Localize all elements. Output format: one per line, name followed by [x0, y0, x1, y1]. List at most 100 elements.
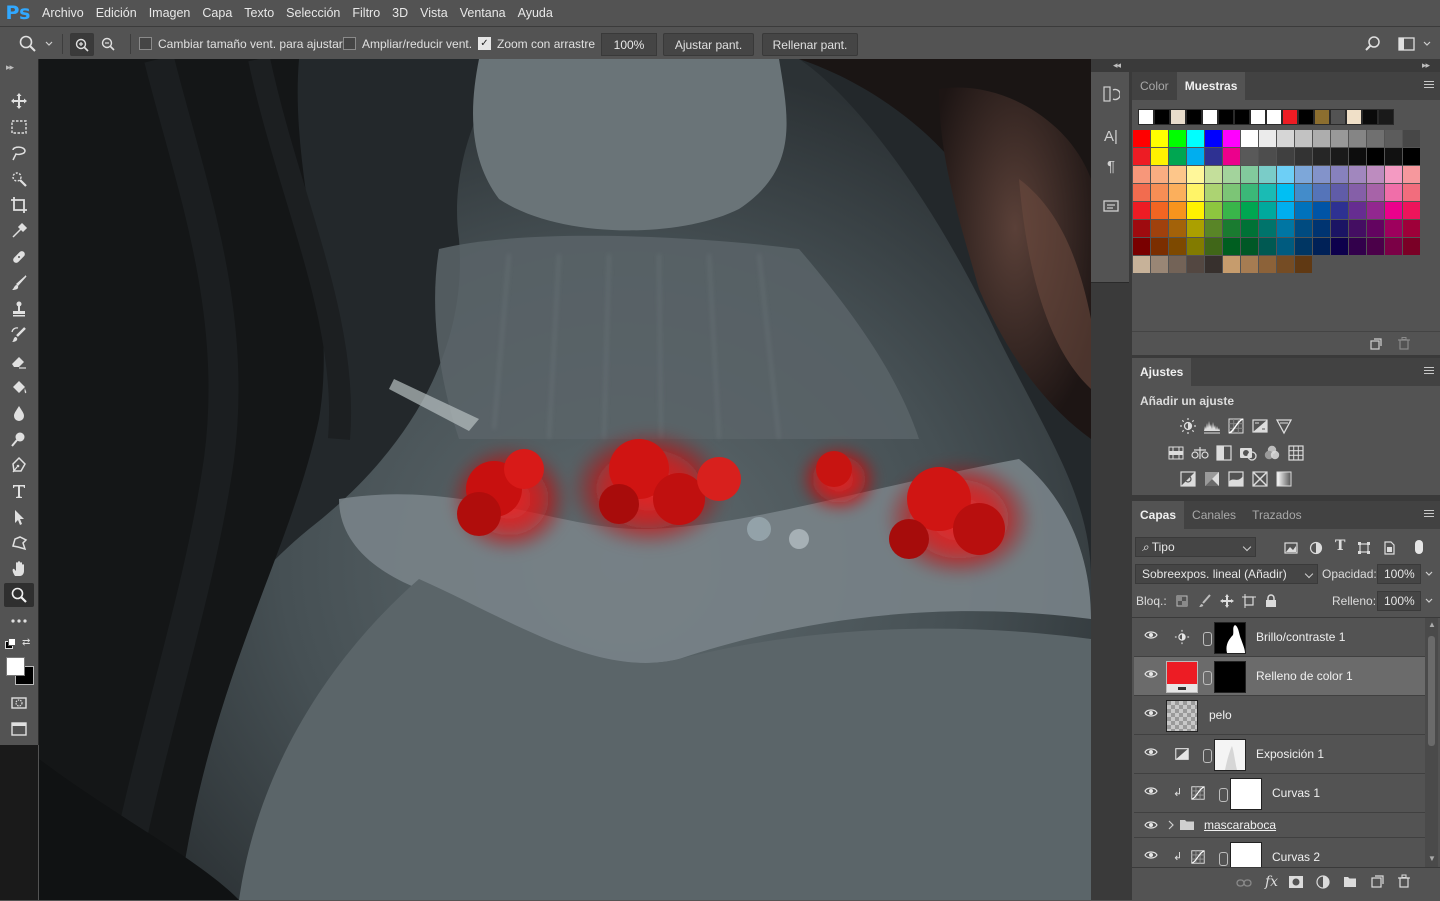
quick-selection-tool[interactable]: [4, 167, 34, 191]
collapse-toolbar-icon[interactable]: ▸▸: [6, 62, 14, 73]
color-swatch[interactable]: [1295, 220, 1312, 237]
recent-swatch[interactable]: [1155, 110, 1169, 124]
color-swatch[interactable]: [1205, 202, 1222, 219]
gradient-map-icon[interactable]: [1274, 469, 1294, 489]
color-swatch[interactable]: [1169, 256, 1186, 273]
color-swatch[interactable]: [1385, 130, 1402, 147]
layer-group-row[interactable]: mascaraboca: [1134, 813, 1425, 838]
blend-mode-select[interactable]: Sobreexpos. lineal (Añadir): [1135, 564, 1318, 584]
new-layer-icon[interactable]: [1371, 875, 1384, 888]
color-swatch[interactable]: [1151, 148, 1168, 165]
layer-mask-thumbnail[interactable]: [1214, 661, 1246, 693]
visibility-eye-icon[interactable]: [1144, 850, 1158, 860]
color-swatch[interactable]: [1331, 202, 1348, 219]
custom-shape-tool[interactable]: [4, 531, 34, 555]
properties-panel-icon[interactable]: [1101, 196, 1121, 216]
lock-pixels-icon[interactable]: [1198, 594, 1212, 608]
color-swatch[interactable]: [1295, 202, 1312, 219]
color-swatch[interactable]: [1133, 130, 1150, 147]
color-swatch[interactable]: [1385, 166, 1402, 183]
move-tool[interactable]: [4, 89, 34, 113]
blur-tool[interactable]: [4, 401, 34, 425]
color-swatch[interactable]: [1295, 166, 1312, 183]
filter-pixel-icon[interactable]: [1284, 541, 1298, 555]
layer-mask-thumbnail[interactable]: [1230, 778, 1262, 810]
recent-swatch[interactable]: [1299, 110, 1313, 124]
tool-preset-picker[interactable]: [18, 27, 54, 60]
lock-all-icon[interactable]: [1265, 594, 1277, 608]
color-swatch[interactable]: [1241, 220, 1258, 237]
color-swatch[interactable]: [1223, 148, 1240, 165]
recent-swatch[interactable]: [1347, 110, 1361, 124]
recent-swatch[interactable]: [1139, 110, 1153, 124]
add-mask-icon[interactable]: [1289, 876, 1303, 888]
color-swatch[interactable]: [1133, 148, 1150, 165]
eraser-tool[interactable]: [4, 349, 34, 373]
color-lookup-icon[interactable]: [1286, 443, 1306, 463]
color-swatch[interactable]: [1403, 130, 1420, 147]
color-swatch[interactable]: [1403, 184, 1420, 201]
screen-mode-button[interactable]: [4, 717, 34, 741]
color-swatch[interactable]: [1187, 130, 1204, 147]
character-panel-icon[interactable]: A|: [1101, 126, 1121, 146]
fill-field[interactable]: 100%: [1377, 591, 1421, 611]
filter-type-icon[interactable]: T: [1335, 538, 1345, 554]
color-swatch[interactable]: [1277, 238, 1294, 255]
visibility-eye-icon[interactable]: [1144, 786, 1158, 796]
swap-colors-icon[interactable]: ⇄: [22, 637, 30, 648]
color-swatch[interactable]: [1223, 256, 1240, 273]
color-swatch[interactable]: [1259, 238, 1276, 255]
color-swatch[interactable]: [1349, 238, 1366, 255]
fill-screen-button[interactable]: Rellenar pant.: [762, 33, 858, 56]
recent-swatch[interactable]: [1187, 110, 1201, 124]
color-swatch[interactable]: [1187, 166, 1204, 183]
filter-shape-icon[interactable]: [1357, 541, 1371, 555]
color-swatch[interactable]: [1133, 166, 1150, 183]
color-swatch[interactable]: [1277, 256, 1294, 273]
recent-swatch[interactable]: [1379, 110, 1393, 124]
color-swatch[interactable]: [1367, 238, 1384, 255]
tab-color[interactable]: Color: [1132, 72, 1177, 100]
color-swatch[interactable]: [1259, 202, 1276, 219]
trash-icon[interactable]: [1398, 337, 1410, 350]
crop-tool[interactable]: [4, 193, 34, 217]
tab-canales[interactable]: Canales: [1184, 501, 1244, 529]
color-swatch[interactable]: [1241, 256, 1258, 273]
more-tools-button[interactable]: [4, 609, 34, 633]
color-swatch[interactable]: [1331, 238, 1348, 255]
channel-mixer-icon[interactable]: [1262, 443, 1282, 463]
color-swatch[interactable]: [1169, 166, 1186, 183]
photo-filter-icon[interactable]: [1238, 443, 1258, 463]
color-swatch[interactable]: [1331, 130, 1348, 147]
visibility-eye-icon[interactable]: [1144, 669, 1158, 679]
chevron-right-icon[interactable]: [1167, 820, 1175, 830]
color-swatch[interactable]: [1367, 130, 1384, 147]
layer-row-selected[interactable]: Relleno de color 1: [1134, 657, 1425, 696]
curves-icon[interactable]: [1226, 416, 1246, 436]
pen-tool[interactable]: [4, 453, 34, 477]
workspace-switcher[interactable]: [1398, 27, 1432, 60]
color-swatch[interactable]: [1241, 238, 1258, 255]
zoom-percentage-field[interactable]: 100%: [601, 33, 657, 56]
layer-thumbnail[interactable]: [1166, 700, 1198, 732]
color-swatch[interactable]: [1169, 220, 1186, 237]
vibrance-icon[interactable]: [1274, 416, 1294, 436]
color-swatch[interactable]: [1277, 148, 1294, 165]
lasso-tool[interactable]: [4, 141, 34, 165]
color-swatch[interactable]: [1241, 202, 1258, 219]
layer-row[interactable]: pelo: [1134, 696, 1425, 735]
color-swatch[interactable]: [1385, 238, 1402, 255]
color-swatch[interactable]: [1277, 220, 1294, 237]
menu-texto[interactable]: Texto: [238, 0, 280, 26]
layers-scrollbar[interactable]: ▲ ▼: [1425, 618, 1438, 868]
color-swatch[interactable]: [1259, 220, 1276, 237]
color-swatch[interactable]: [1331, 148, 1348, 165]
hue-saturation-icon[interactable]: [1166, 443, 1186, 463]
color-swatch[interactable]: [1205, 166, 1222, 183]
scrollbar-thumb[interactable]: [1428, 636, 1435, 746]
eyedropper-tool[interactable]: [4, 219, 34, 243]
color-swatch[interactable]: [1403, 202, 1420, 219]
tab-trazados[interactable]: Trazados: [1244, 501, 1310, 529]
filter-smart-object-icon[interactable]: [1382, 541, 1396, 555]
color-swatch[interactable]: [1169, 202, 1186, 219]
